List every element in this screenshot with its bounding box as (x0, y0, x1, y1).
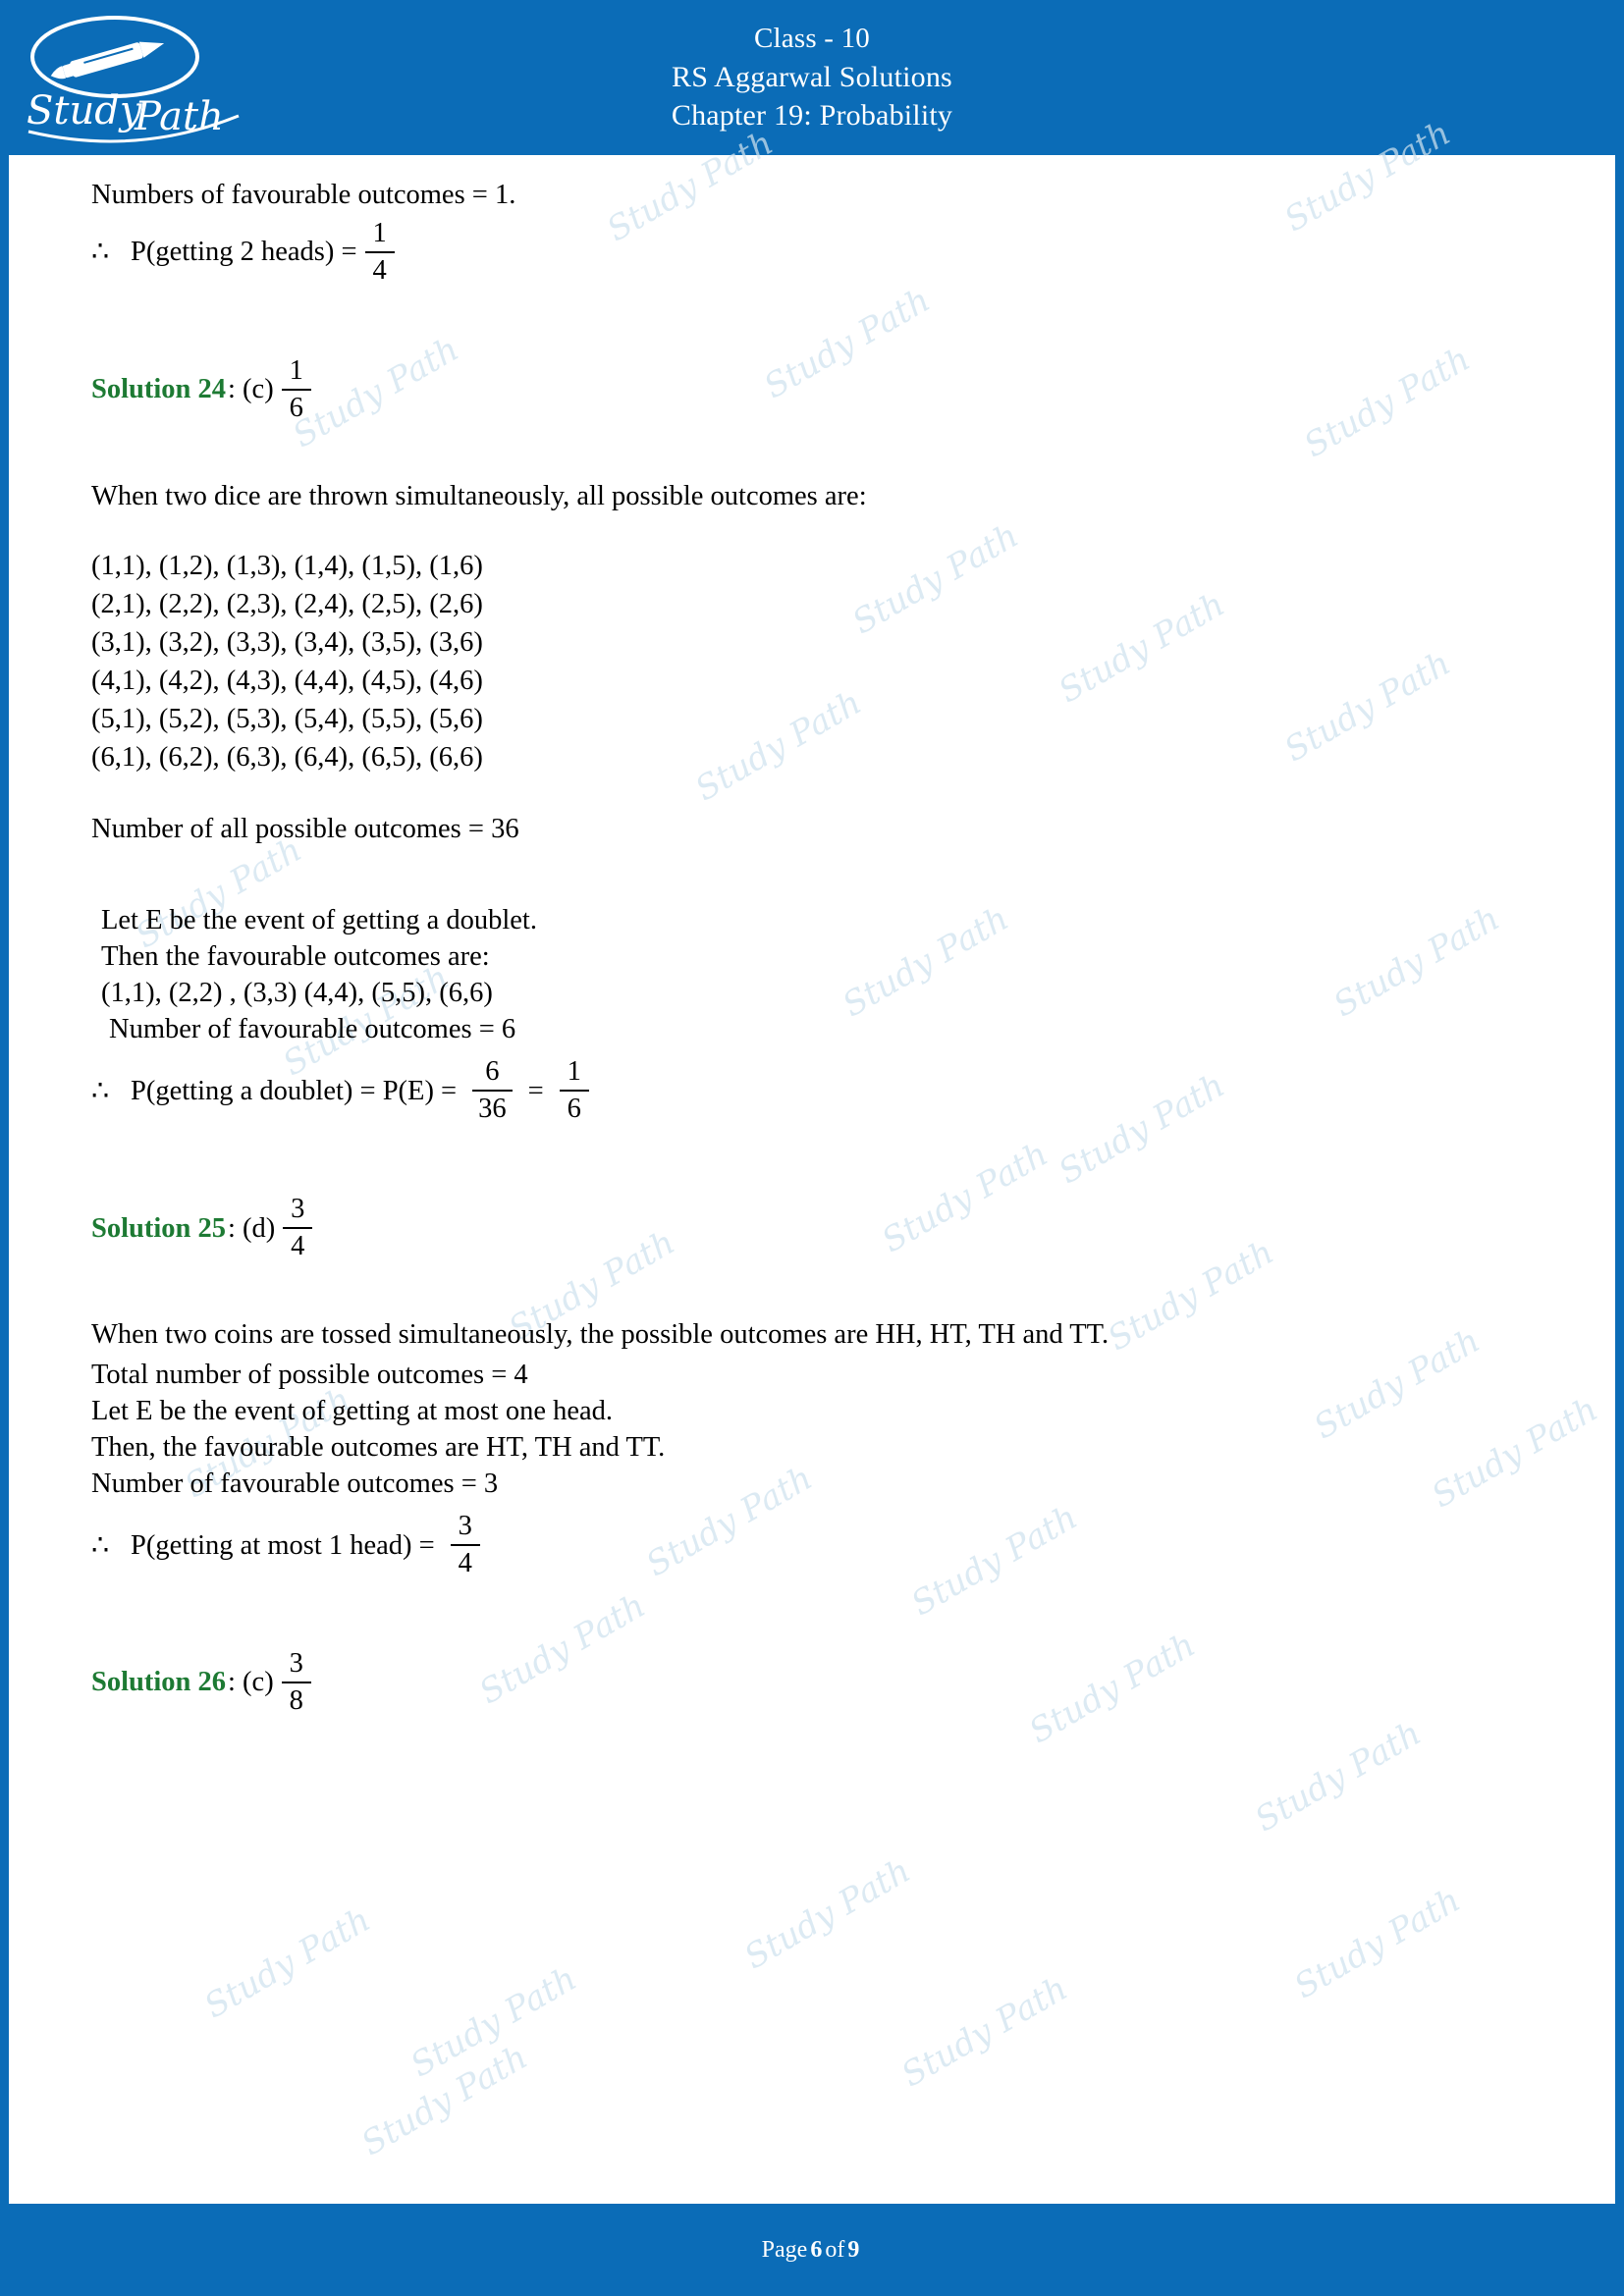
solution-24-option: : (c) (228, 374, 274, 405)
document-page: Study Path Class - 10 RS Aggarwal Soluti… (0, 0, 1624, 2296)
fraction-bar (364, 250, 395, 253)
fraction-denominator: 8 (289, 1684, 303, 1716)
fraction-denominator: 4 (458, 1548, 472, 1579)
equation-label: P(getting 2 heads) = (131, 237, 357, 268)
fraction-bar (559, 1090, 589, 1093)
dice-outcomes-list: (1,1), (1,2), (1,3), (1,4), (1,5), (1,6)… (91, 548, 1533, 775)
header-title-block: Class - 10 RS Aggarwal Solutions Chapter… (672, 21, 952, 134)
fraction-numerator: 3 (458, 1511, 472, 1542)
solution-25-heading: Solution 25 : (d) 3 4 (91, 1195, 1533, 1261)
fraction-bar (472, 1090, 513, 1093)
fraction-numerator: 3 (289, 1648, 303, 1680)
fraction-numerator: 1 (567, 1056, 581, 1088)
solution-25-option: : (d) (228, 1212, 276, 1244)
fraction-numerator: 3 (291, 1194, 305, 1225)
header-class: Class - 10 (753, 23, 870, 55)
fraction-denominator: 6 (289, 392, 303, 423)
fraction-denominator: 4 (372, 254, 387, 286)
equation-label: P(getting a doublet) = P(E) = (131, 1075, 458, 1106)
list-item: (3,1), (3,2), (3,3), (3,4), (3,5), (3,6) (91, 626, 483, 658)
watermark: Study Path (197, 1899, 378, 2027)
watermark: Study Path (894, 1968, 1075, 2096)
page-content: Numbers of favourable outcomes = 1. ∴ P(… (9, 155, 1615, 1716)
equals-symbol: = (527, 1075, 544, 1106)
list-item: (1,1), (1,2), (1,3), (1,4), (1,5), (1,6) (91, 550, 483, 581)
text-event-doublet: Let E be the event of getting a doublet. (101, 905, 537, 936)
solution-26-heading: Solution 26 : (c) 3 8 (91, 1649, 1533, 1716)
solution-24-heading: Solution 24 : (c) 1 6 (91, 354, 1533, 423)
text-two-dice-intro: When two dice are thrown simultaneously,… (91, 480, 867, 511)
svg-text:Study: Study (27, 88, 143, 133)
solution-26-option: : (c) (228, 1667, 274, 1698)
list-item: (5,1), (5,2), (5,3), (5,4), (5,5), (5,6) (91, 703, 483, 734)
fraction-three-eighths: 3 8 (281, 1648, 311, 1716)
equation-label: P(getting at most 1 head) = (131, 1529, 435, 1561)
fraction-denominator: 4 (291, 1231, 305, 1262)
text-doublet-outcomes: (1,1), (2,2) , (3,3) (4,4), (5,5), (6,6) (101, 978, 493, 1009)
watermark: Study Path (1287, 1880, 1468, 2007)
text-two-coins-intro: When two coins are tossed simultaneously… (91, 1318, 1110, 1350)
text-event-at-most-one-head: Let E be the event of getting at most on… (91, 1396, 614, 1427)
fraction-six-thirtysix: 6 36 (472, 1057, 513, 1124)
fraction-numerator: 6 (485, 1056, 500, 1088)
watermark: Study Path (404, 1958, 584, 2086)
therefore-symbol: ∴ (91, 1075, 110, 1106)
study-path-logo: Study Path (19, 6, 254, 149)
header-book: RS Aggarwal Solutions (672, 60, 952, 93)
text-favourable-count-6: Number of favourable outcomes = 6 (109, 1014, 516, 1045)
fraction-bar (450, 1544, 480, 1547)
solution-25-label: Solution 25 (91, 1212, 227, 1244)
fraction-one-sixth-result: 1 6 (559, 1056, 589, 1125)
fraction-one-fourth: 1 4 (364, 218, 395, 286)
fraction-numerator: 1 (372, 218, 387, 249)
page-header: Study Path Class - 10 RS Aggarwal Soluti… (9, 0, 1615, 155)
fraction-three-fourths-result: 3 4 (450, 1511, 480, 1579)
equation-p-doublet: ∴ P(getting a doublet) = P(E) = 6 36 = 1… (91, 1057, 1533, 1124)
list-item: (2,1), (2,2), (2,3), (2,4), (2,5), (2,6) (91, 588, 483, 619)
fraction-numerator: 1 (289, 354, 303, 386)
therefore-symbol: ∴ (91, 1529, 110, 1561)
solution-24-label: Solution 24 (91, 374, 227, 405)
list-item: (6,1), (6,2), (6,3), (6,4), (6,5), (6,6) (91, 742, 483, 774)
fraction-bar (283, 1227, 313, 1230)
fraction-one-sixth: 1 6 (281, 354, 311, 423)
fraction-bar (281, 1681, 311, 1683)
watermark: Study Path (737, 1850, 918, 1978)
page-footer: Page 6 of 9 (9, 2204, 1615, 2296)
footer-page-prefix: Page (761, 2236, 808, 2263)
equation-p-two-heads: ∴ P(getting 2 heads) = 1 4 (91, 219, 1533, 286)
fraction-denominator: 6 (567, 1094, 581, 1125)
text-favourable-count-3: Number of favourable outcomes = 3 (91, 1468, 499, 1500)
header-chapter: Chapter 19: Probability (671, 98, 953, 132)
fraction-denominator: 36 (478, 1094, 507, 1125)
text-total-outcomes-4: Total number of possible outcomes = 4 (91, 1360, 528, 1391)
footer-total-pages: 9 (847, 2236, 860, 2263)
equation-p-at-most-one-head: ∴ P(getting at most 1 head) = 3 4 (91, 1512, 1533, 1578)
text-favourable-outcomes-coins: Then, the favourable outcomes are HT, TH… (91, 1432, 666, 1464)
footer-of: of (825, 2236, 845, 2263)
therefore-symbol: ∴ (91, 237, 110, 268)
watermark: Study Path (1248, 1713, 1429, 1841)
solution-26-label: Solution 26 (91, 1667, 227, 1698)
svg-text:Path: Path (134, 94, 224, 139)
text-total-outcomes-36: Number of all possible outcomes = 36 (91, 814, 519, 845)
text-favourable-outcomes-1: Numbers of favourable outcomes = 1. (91, 180, 516, 210)
text-favourable-intro: Then the favourable outcomes are: (101, 941, 490, 973)
fraction-bar (281, 388, 311, 391)
watermark: Study Path (354, 2037, 535, 2164)
fraction-three-fourths: 3 4 (283, 1194, 313, 1262)
footer-page-number: 6 (810, 2236, 823, 2263)
list-item: (4,1), (4,2), (4,3), (4,4), (4,5), (4,6) (91, 665, 483, 696)
